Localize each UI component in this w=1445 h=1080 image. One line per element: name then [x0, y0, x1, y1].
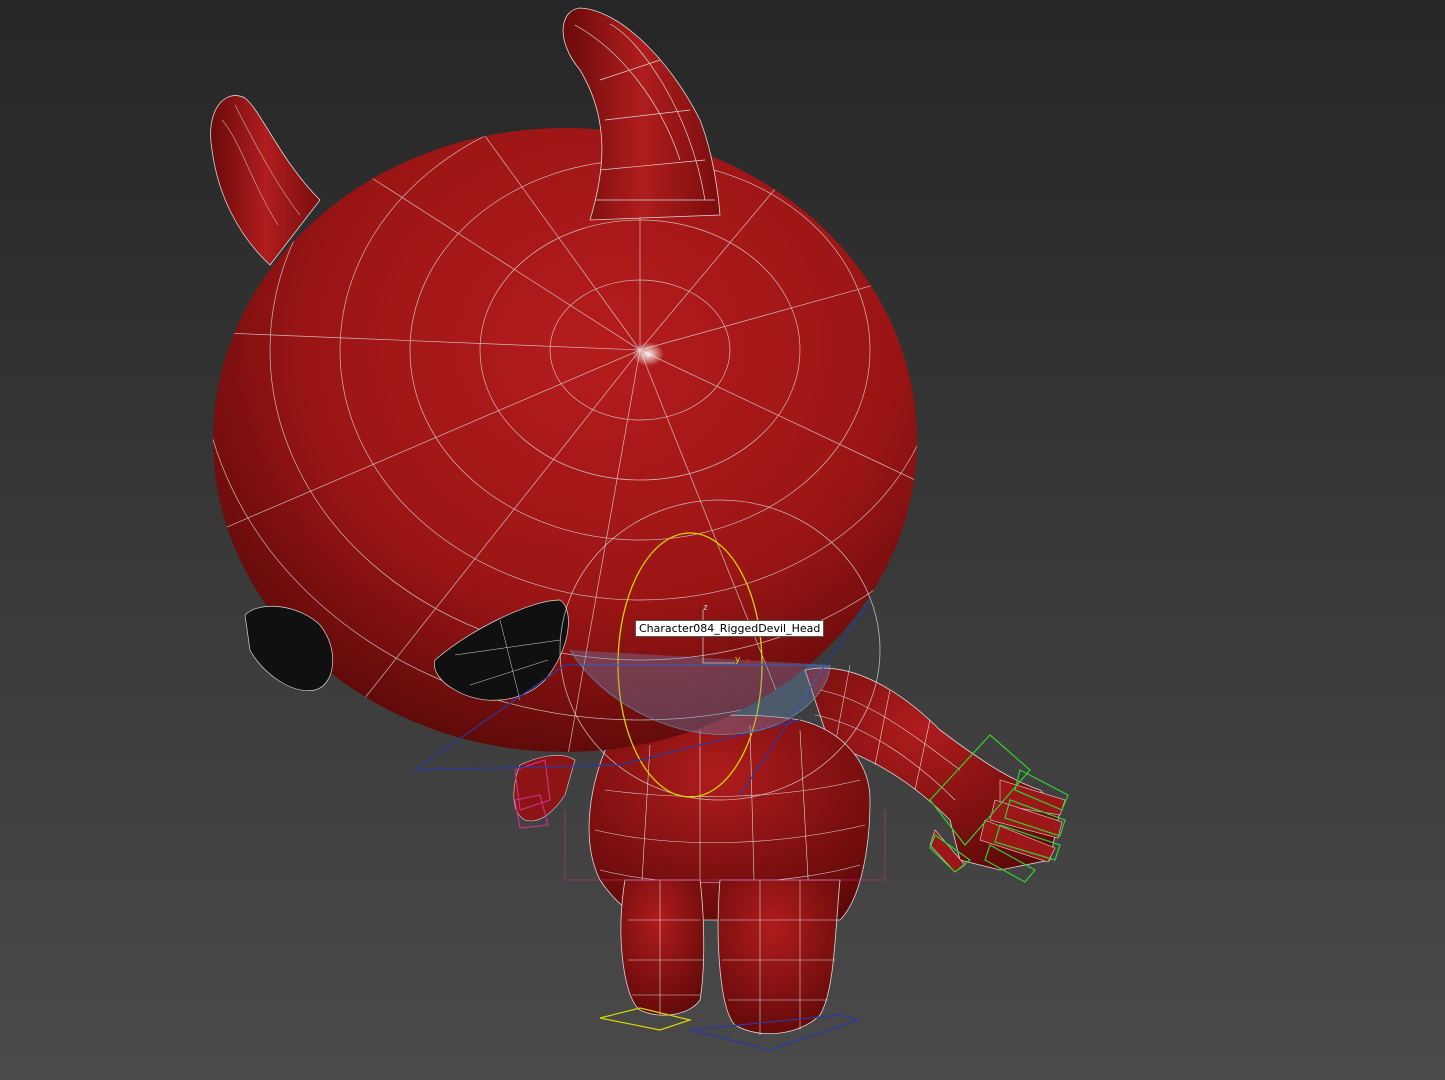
3d-viewport[interactable]: z y x Character084_RiggedDevil_Head [0, 0, 1445, 1080]
gizmo-x-label: x [745, 657, 751, 667]
object-name-tooltip: Character084_RiggedDevil_Head [635, 620, 825, 637]
viewport-scene[interactable]: z y x [0, 0, 1445, 1080]
gizmo-z-label: z [703, 603, 708, 613]
head-highlight [632, 342, 664, 366]
gizmo-y-label: y [735, 655, 741, 665]
